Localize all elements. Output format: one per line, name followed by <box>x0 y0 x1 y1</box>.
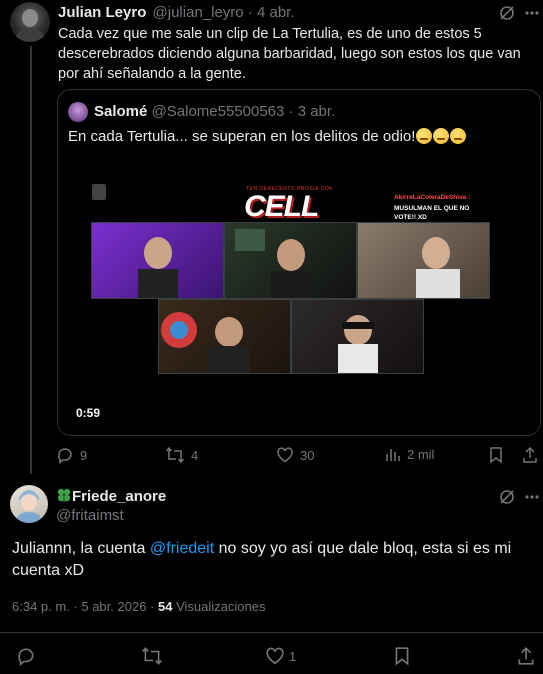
retweet-button[interactable] <box>141 646 163 666</box>
like-count: 30 <box>300 447 315 463</box>
reply-views-label: Visualizaciones <box>176 599 266 614</box>
grok-icon[interactable] <box>498 488 516 506</box>
reply-icon <box>56 446 74 464</box>
quote-author-handle[interactable]: @Salome55500563 <box>152 103 285 120</box>
like-button[interactable]: 30 <box>276 446 314 464</box>
video-duration: 0:59 <box>76 406 101 420</box>
tweet-date[interactable]: 4 abr. <box>257 4 295 21</box>
bookmark-icon <box>393 646 411 666</box>
video-player[interactable]: TEN.DERECENTO.PROSIA.COM CELL AkirreLaCo… <box>58 158 540 433</box>
share-button[interactable] <box>517 646 535 666</box>
reply-button[interactable]: 9 <box>56 446 87 464</box>
retweet-icon <box>165 446 185 464</box>
more-icon[interactable] <box>523 4 541 22</box>
quote-date[interactable]: 3 abr. <box>298 103 336 120</box>
reply-meta: 6:34 p. m. · 5 abr. 2026 · 54 Visualizac… <box>12 599 265 614</box>
reply-views-count: 54 <box>157 599 173 614</box>
retweet-count: 4 <box>191 447 199 463</box>
heart-icon <box>265 646 285 666</box>
bookmark-button[interactable] <box>488 446 504 464</box>
reply-text: Juliannn, la cuenta @friedeit no soy yo … <box>12 538 522 582</box>
webcam-frame <box>291 299 424 374</box>
clover-icon <box>56 487 72 503</box>
avatar-image <box>15 9 45 42</box>
chat-user: AkirreLaColeraDeShiva : <box>394 194 471 201</box>
quote-card[interactable]: Salomé @Salome55500563 · 3 abr. En cada … <box>57 89 541 436</box>
author-handle[interactable]: @julian_leyro <box>153 4 244 21</box>
rolling-eyes-emoji <box>450 128 467 144</box>
grok-icon[interactable] <box>498 4 516 22</box>
thread-line <box>30 46 32 474</box>
bookmark-icon <box>488 446 504 464</box>
views-button[interactable]: 2 mil <box>385 446 434 462</box>
webcam-frame <box>224 222 357 299</box>
rolling-eyes-emoji <box>433 128 450 144</box>
avatar-image <box>16 490 42 523</box>
reply-timestamp[interactable]: 6:34 p. m. · 5 abr. 2026 · <box>12 599 154 614</box>
reply-author-handle[interactable]: @fritaimst <box>56 507 124 524</box>
webcam-frame <box>357 222 490 299</box>
retweet-button[interactable]: 4 <box>165 446 198 464</box>
share-button[interactable] <box>522 446 538 464</box>
separator: · <box>247 4 253 21</box>
reply-avatar[interactable] <box>10 485 48 523</box>
reply-text-start: Juliannn, la cuenta <box>12 540 150 557</box>
quote-text-line: En cada Tertulia... se superan en los de… <box>68 128 467 145</box>
bookmark-button[interactable] <box>393 646 411 666</box>
like-count: 1 <box>289 648 297 664</box>
divider <box>0 632 543 633</box>
overlay-title: CELL <box>244 190 319 223</box>
reply-count: 9 <box>80 447 88 463</box>
views-count: 2 mil <box>407 446 435 462</box>
quote-avatar[interactable] <box>68 102 88 122</box>
mention-link[interactable]: @friedeit <box>150 540 214 557</box>
webcam-frame <box>158 299 291 374</box>
quote-text: En cada Tertulia... se superan en los de… <box>68 128 416 145</box>
separator: · <box>288 103 294 120</box>
like-button[interactable]: 1 <box>265 646 296 666</box>
tweet-text: Cada vez que me sale un clip de La Tertu… <box>58 26 521 82</box>
reply-author[interactable]: Friede_anore <box>56 487 166 505</box>
reply-author-name[interactable]: Friede_anore <box>72 488 166 505</box>
author-name[interactable]: Julian Leyro <box>58 4 146 21</box>
more-icon[interactable] <box>523 488 541 506</box>
quote-author-name[interactable]: Salomé <box>94 103 147 120</box>
reply-icon <box>16 646 36 666</box>
tweet-header: Julian Leyro @julian_leyro · 4 abr. <box>58 4 295 21</box>
quote-header: Salomé @Salome55500563 · 3 abr. <box>94 103 335 120</box>
views-icon <box>385 446 401 462</box>
reply-button[interactable] <box>16 646 36 666</box>
chat-message: MUSULMAN EL QUE NO VOTE!! XD <box>394 205 470 221</box>
video-badge-icon <box>92 184 106 200</box>
avatar[interactable] <box>10 2 50 42</box>
share-icon <box>517 646 535 666</box>
share-icon <box>522 446 538 464</box>
retweet-icon <box>141 646 163 666</box>
heart-icon <box>276 446 294 464</box>
rolling-eyes-emoji <box>416 128 433 144</box>
webcam-frame <box>91 222 224 299</box>
